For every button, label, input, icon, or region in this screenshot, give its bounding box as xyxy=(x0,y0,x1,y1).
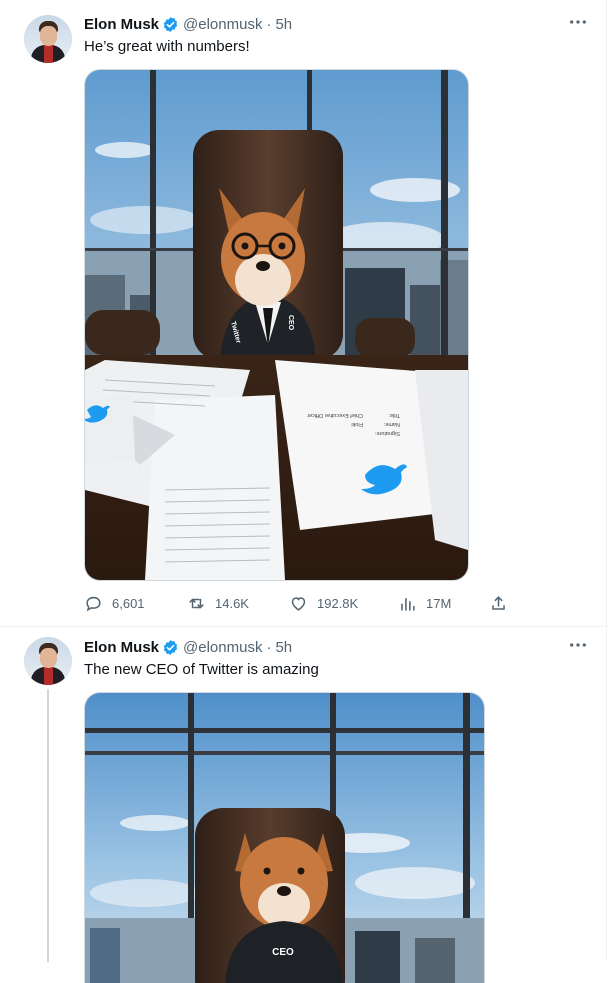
reply-icon xyxy=(86,596,101,611)
tweet-photo[interactable]: Twitter CEO Signature: Name: Title: Flok… xyxy=(84,69,469,581)
tweet[interactable]: Elon Musk @elonmusk · 5h He’s great with… xyxy=(0,0,606,627)
like-icon xyxy=(291,596,306,611)
like-count: 192.8K xyxy=(317,595,359,611)
more-icon[interactable] xyxy=(568,637,588,657)
separator-dot: · xyxy=(266,638,272,656)
author-handle[interactable]: @elonmusk xyxy=(183,16,262,33)
tweet-header: Elon Musk @elonmusk · 5h xyxy=(84,637,292,657)
views-icon xyxy=(401,597,415,611)
view-count: 17M xyxy=(426,595,452,611)
retweet-button[interactable]: 14.6K xyxy=(187,592,249,614)
doc-signature-label: Signature: xyxy=(374,430,400,436)
more-icon[interactable] xyxy=(568,14,588,34)
tweet-text: The new CEO of Twitter is amazing xyxy=(84,661,319,678)
tweet-text: He’s great with numbers! xyxy=(84,38,250,55)
author-handle[interactable]: @elonmusk xyxy=(183,639,262,656)
timeline: Elon Musk @elonmusk · 5h He’s great with… xyxy=(0,0,607,983)
photo-tie-right-text: CEO xyxy=(287,315,294,331)
doc-title-label: Title: xyxy=(388,412,400,418)
thread-line xyxy=(47,689,49,962)
share-button[interactable] xyxy=(489,592,517,614)
tweet-photo[interactable]: CEO xyxy=(84,692,485,983)
retweet-count: 14.6K xyxy=(215,595,249,611)
avatar[interactable] xyxy=(24,637,72,685)
reply-button[interactable]: 6,601 xyxy=(84,592,145,614)
share-icon xyxy=(492,595,505,610)
tweet-time[interactable]: 5h xyxy=(275,639,292,656)
photo-dog-in-chair: CEO xyxy=(85,693,484,983)
verified-badge-icon xyxy=(163,16,178,32)
reply-count: 6,601 xyxy=(112,595,145,611)
tweet-header: Elon Musk @elonmusk · 5h xyxy=(84,14,292,34)
retweet-icon xyxy=(189,598,204,608)
tweet[interactable]: Elon Musk @elonmusk · 5h The new CEO of … xyxy=(0,627,606,983)
verified-badge-icon xyxy=(163,639,178,655)
tweet-time[interactable]: 5h xyxy=(275,16,292,33)
like-button[interactable]: 192.8K xyxy=(289,592,358,614)
avatar[interactable] xyxy=(24,15,72,63)
separator-dot: · xyxy=(266,15,272,33)
doc-title-value: Chief Executive Officer xyxy=(307,412,363,418)
tweet-actions: 6,601 14.6K 192.8K 17M xyxy=(84,592,524,614)
doc-name-label: Name: xyxy=(383,421,400,427)
doc-name-value: Floki xyxy=(351,421,363,427)
views-button[interactable]: 17M xyxy=(398,592,451,614)
author-name[interactable]: Elon Musk xyxy=(84,16,159,33)
photo-dog-at-desk: Twitter CEO Signature: Name: Title: Flok… xyxy=(85,70,468,580)
author-name[interactable]: Elon Musk xyxy=(84,639,159,656)
photo-sweater-text: CEO xyxy=(272,947,294,958)
